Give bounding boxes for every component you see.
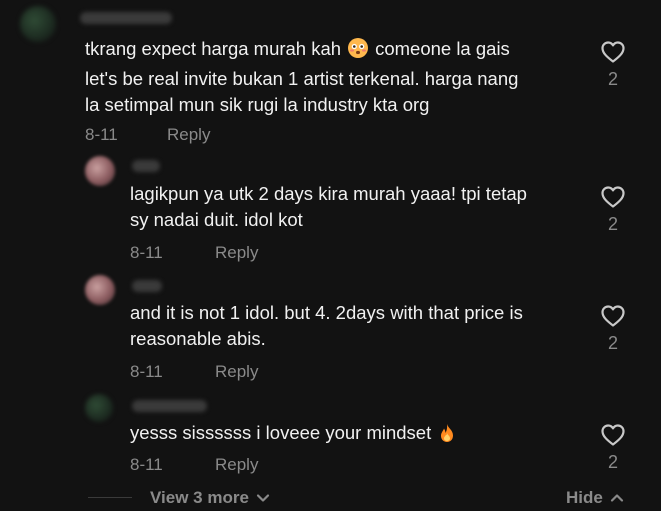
avatar[interactable] [85,156,115,186]
comment-text-line: yesss sissssss i loveee your mindset [130,422,432,443]
fire-icon [439,423,455,450]
comment-date: 8-11 [85,125,118,144]
comment-meta: 8-11 Reply [130,362,258,382]
comment-text-line: comeone la gais [375,38,510,59]
chevron-down-icon [256,488,270,508]
comment-text: lagikpun ya utk 2 days kira murah yaaa! … [130,181,527,233]
heart-icon [601,424,625,446]
username[interactable] [132,160,160,172]
comment-text-line: sy nadai duit. idol kot [130,209,303,230]
comment-text-line: reasonable abis. [130,328,266,349]
comment-meta: 8-11 Reply [130,455,258,475]
comment-text: tkrang expect harga murah kah comeone la… [85,36,518,118]
username[interactable] [132,280,162,292]
heart-icon [601,305,625,327]
comment-date: 8-11 [130,243,163,262]
username[interactable] [80,12,172,24]
like-button[interactable]: 2 [598,185,628,235]
chevron-up-icon [610,488,624,508]
like-button[interactable]: 2 [598,40,628,90]
comment-text: and it is not 1 idol. but 4. 2days with … [130,300,523,352]
reply-button[interactable]: Reply [215,362,258,382]
comment-text-line: and it is not 1 idol. but 4. 2days with … [130,302,523,323]
reply-button[interactable]: Reply [215,243,258,263]
like-count: 2 [607,333,618,353]
like-button[interactable]: 2 [598,423,628,473]
divider [88,497,132,498]
comment-date: 8-11 [130,362,163,381]
view-more-label: View 3 more [150,488,249,507]
avatar[interactable] [20,6,56,42]
flushed-face-icon [347,37,369,66]
comment-meta: 8-11 Reply [130,243,258,263]
comment-text-line: let's be real invite bukan 1 artist terk… [85,68,519,89]
comment-date: 8-11 [130,455,163,474]
heart-icon [601,41,625,63]
heart-icon [601,186,625,208]
like-count: 2 [607,69,618,89]
like-count: 2 [607,214,618,234]
username[interactable] [132,400,207,412]
view-more-replies-button[interactable]: View 3 more [150,488,270,508]
reply-button[interactable]: Reply [215,455,258,475]
hide-replies-button[interactable]: Hide [566,488,624,508]
comment-text-line: lagikpun ya utk 2 days kira murah yaaa! … [130,183,527,204]
reply-button[interactable]: Reply [167,125,210,145]
avatar[interactable] [85,394,113,422]
comment-text: yesss sissssss i loveee your mindset [130,420,461,450]
comment-text-line: la setimpal mun sik rugi la industry kta… [85,94,430,115]
like-count: 2 [607,452,618,472]
avatar[interactable] [85,275,115,305]
comment-meta: 8-11 Reply [85,125,210,145]
hide-label: Hide [566,488,603,507]
comment-text-line: tkrang expect harga murah kah [85,38,342,59]
like-button[interactable]: 2 [598,304,628,354]
